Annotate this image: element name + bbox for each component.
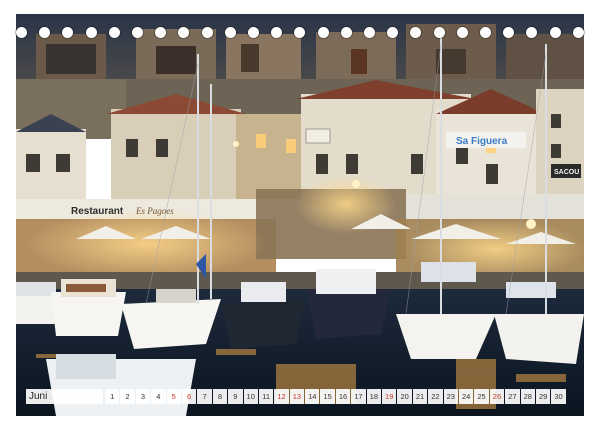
day-cell: 29: [535, 389, 551, 404]
day-cell: 9: [228, 389, 243, 404]
calendar-strip: Juni 1 2 3 4 5 6 7 8 9 10 11 12 13 14 15 16 17 18 19 20 21 22…: [26, 389, 574, 404]
day-cell: 10: [243, 389, 258, 404]
binding-ring: [317, 26, 329, 38]
binding-ring: [340, 26, 352, 38]
binding-ring: [62, 26, 74, 38]
day-cell: 21: [412, 389, 428, 404]
binding-ring: [526, 26, 538, 38]
binding-ring: [108, 26, 120, 38]
binding-ring: [248, 26, 260, 38]
mid-building-right: [436, 109, 546, 204]
binding-ring: [387, 26, 399, 38]
day-cell: 12: [274, 389, 289, 404]
binding-ring: [132, 26, 144, 38]
binding-ring: [201, 26, 213, 38]
day-cell: 22: [428, 389, 443, 404]
binding-ring: [456, 26, 468, 38]
day-cell: 19: [382, 389, 397, 404]
binding-ring: [503, 26, 515, 38]
binding-ring: [85, 26, 97, 38]
far-right-sign-text: SACOU: [554, 169, 579, 176]
day-cell: 18: [366, 389, 382, 404]
day-cell: 13: [289, 389, 305, 404]
day-cell: 7: [197, 389, 212, 404]
binding-ring: [155, 26, 167, 38]
day-cell: 14: [305, 389, 320, 404]
day-list: 1 2 3 4 5 6 7 8 9 10 11 12 13 14 15 16 17 18 19 20 21 22 23 24 2…: [105, 389, 566, 404]
day-cell: 27: [505, 389, 520, 404]
harbor-scene: Sa Figuera SACOU Restaurant Es Pagoes: [16, 14, 584, 416]
binding-ring: [433, 26, 445, 38]
terrace-awning-right: [396, 194, 584, 222]
day-cell: 16: [335, 389, 351, 404]
day-cell: 26: [489, 389, 505, 404]
binding-ring: [364, 26, 376, 38]
day-cell: 20: [397, 389, 412, 404]
binding-ring: [480, 26, 492, 38]
binding-ring: [224, 26, 236, 38]
binding-ring: [16, 26, 27, 38]
day-cell: 15: [320, 389, 335, 404]
day-cell: 24: [458, 389, 474, 404]
binding-ring: [410, 26, 422, 38]
binding-ring: [271, 26, 283, 38]
day-cell: 2: [120, 389, 135, 404]
month-label: Juni: [26, 389, 103, 404]
day-cell: 1: [105, 389, 120, 404]
calendar-page: Sa Figuera SACOU Restaurant Es Pagoes: [0, 0, 600, 431]
binding-ring: [294, 26, 306, 38]
binding-ring: [178, 26, 190, 38]
shop-sign-right-text: Sa Figuera: [456, 136, 508, 147]
day-cell: 6: [181, 389, 197, 404]
binding-ring: [549, 26, 561, 38]
binding-ring: [39, 26, 51, 38]
day-cell: 17: [351, 389, 366, 404]
day-cell: 3: [135, 389, 151, 404]
day-cell: 28: [520, 389, 535, 404]
binding-rings: [16, 26, 584, 38]
harbor-night-photo: Sa Figuera SACOU Restaurant Es Pagoes: [16, 14, 584, 416]
day-cell: 5: [166, 389, 181, 404]
day-cell: 11: [258, 389, 274, 404]
day-cell: 30: [551, 389, 566, 404]
day-cell: 4: [151, 389, 166, 404]
day-cell: 23: [443, 389, 458, 404]
day-cell: 8: [212, 389, 228, 404]
day-cell: 25: [474, 389, 489, 404]
binding-ring: [572, 26, 584, 38]
